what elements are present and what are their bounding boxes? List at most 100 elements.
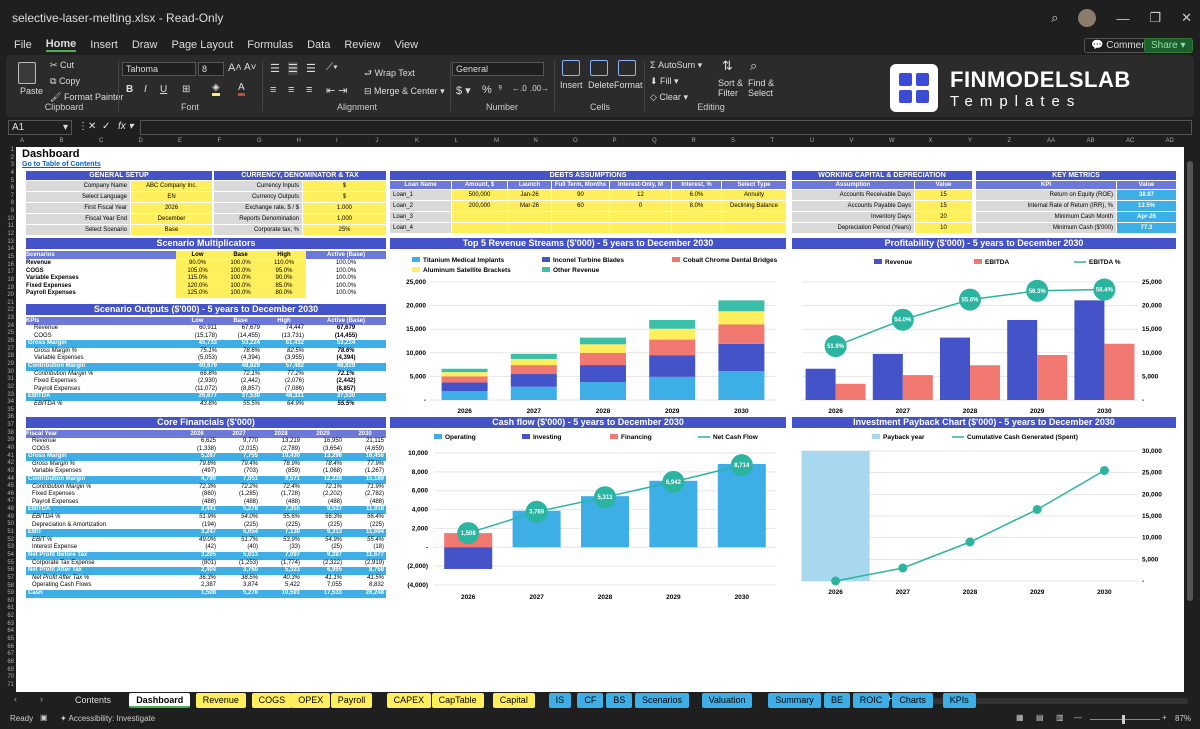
currency-value-4[interactable]: 25% (303, 225, 386, 235)
working_capital-value-2[interactable]: 20 (915, 212, 972, 222)
tab-capital[interactable]: Capital (492, 693, 535, 708)
row-header-50[interactable]: 50 (0, 521, 16, 529)
column-header-y[interactable]: Y (968, 138, 972, 144)
column-header-j[interactable]: J (376, 138, 379, 144)
row-header-67[interactable]: 67 (0, 651, 16, 659)
row-header-53[interactable]: 53 (0, 544, 16, 552)
column-header-i[interactable]: I (336, 138, 338, 144)
cut-button[interactable]: ✂ Cut (50, 60, 74, 71)
align-top-icon[interactable]: ☰ (270, 62, 280, 75)
debts-cell-1-4[interactable]: 0 (610, 201, 671, 211)
cancel-icon[interactable]: ✕ (88, 121, 96, 132)
debts-cell-0-1[interactable]: 500,000 (452, 190, 507, 200)
row-header-2[interactable]: 2 (0, 155, 16, 163)
debts-cell-1-5[interactable]: 8.0% (672, 201, 721, 211)
row-header-15[interactable]: 15 (0, 254, 16, 262)
copy-button[interactable]: ⧉ Copy (50, 76, 80, 87)
bold-icon[interactable]: B (126, 84, 133, 95)
debts-cell-0-2[interactable]: Jan-26 (508, 190, 551, 200)
row-header-63[interactable]: 63 (0, 621, 16, 629)
row-header-34[interactable]: 34 (0, 399, 16, 407)
menu-view[interactable]: View (394, 39, 418, 51)
paste-icon[interactable] (18, 62, 36, 84)
multipliers-cell-1-1[interactable]: 105.0% (176, 267, 219, 276)
comma-icon[interactable]: ⁹ (498, 84, 502, 95)
align-right-icon[interactable]: ≡ (306, 84, 312, 96)
row-header-3[interactable]: 3 (0, 162, 16, 170)
menu-formulas[interactable]: Formulas (247, 39, 293, 51)
row-header-40[interactable]: 40 (0, 445, 16, 453)
row-header-41[interactable]: 41 (0, 453, 16, 461)
row-header-18[interactable]: 18 (0, 277, 16, 285)
enter-icon[interactable]: ✓ (102, 121, 110, 132)
currency-value-0[interactable]: $ (303, 181, 386, 191)
row-header-70[interactable]: 70 (0, 674, 16, 682)
font-size-select[interactable]: 8 (198, 62, 224, 76)
insert-cells-icon[interactable] (562, 60, 580, 76)
row-header-54[interactable]: 54 (0, 552, 16, 560)
normal-view-icon[interactable]: ▦ (1016, 713, 1024, 722)
currency-icon[interactable]: $ ▾ (456, 84, 471, 97)
align-middle-icon[interactable]: ☰ (288, 62, 298, 75)
delete-cells-icon[interactable] (590, 60, 608, 76)
column-header-z[interactable]: Z (1008, 138, 1012, 144)
currency-value-1[interactable]: $ (303, 192, 386, 202)
column-header-x[interactable]: X (929, 138, 933, 144)
row-header-36[interactable]: 36 (0, 414, 16, 422)
debts-cell-3-4[interactable] (610, 223, 671, 233)
debts-cell-0-3[interactable]: 90 (552, 190, 609, 200)
align-center-icon[interactable]: ≡ (288, 84, 294, 96)
multipliers-cell-4-2[interactable]: 100.0% (219, 290, 262, 298)
multipliers-cell-4-3[interactable]: 80.0% (262, 290, 306, 298)
align-left-icon[interactable]: ≡ (270, 84, 276, 96)
row-header-30[interactable]: 30 (0, 369, 16, 377)
align-bottom-icon[interactable]: ☰ (306, 62, 316, 75)
borders-icon[interactable]: ⊞ (182, 84, 190, 95)
row-header-38[interactable]: 38 (0, 430, 16, 438)
row-header-51[interactable]: 51 (0, 529, 16, 537)
zoom-in-icon[interactable]: + (1162, 713, 1167, 722)
row-header-68[interactable]: 68 (0, 659, 16, 667)
row-header-16[interactable]: 16 (0, 262, 16, 270)
minimize-icon[interactable]: — (1116, 11, 1129, 26)
multipliers-cell-1-2[interactable]: 100.0% (219, 267, 262, 276)
name-box[interactable]: A1 ▾ (8, 120, 72, 135)
fill-button[interactable]: ⬇ Fill ▾ (650, 76, 679, 87)
sort-filter-icon[interactable]: ⇅ (722, 58, 733, 74)
multipliers-cell-0-3[interactable]: 110.0% (262, 260, 306, 268)
row-header-11[interactable]: 11 (0, 223, 16, 231)
column-header-t[interactable]: T (771, 138, 775, 144)
row-header-37[interactable]: 37 (0, 422, 16, 430)
column-header-m[interactable]: M (494, 138, 499, 144)
tab-roic[interactable]: ROIC (852, 693, 890, 708)
tab-cogs[interactable]: COGS (251, 693, 293, 708)
row-header-27[interactable]: 27 (0, 346, 16, 354)
tab-charts[interactable]: Charts (892, 693, 933, 708)
row-header-64[interactable]: 64 (0, 628, 16, 636)
row-header-57[interactable]: 57 (0, 575, 16, 583)
row-header-8[interactable]: 8 (0, 200, 16, 208)
share-button[interactable]: Share ▾ (1144, 38, 1193, 53)
debts-cell-2-2[interactable] (508, 212, 551, 222)
row-header-12[interactable]: 12 (0, 231, 16, 239)
tab-revenue[interactable]: Revenue (195, 693, 246, 708)
row-header-7[interactable]: 7 (0, 193, 16, 201)
column-header-g[interactable]: G (257, 138, 262, 144)
debts-cell-3-3[interactable] (552, 223, 609, 233)
column-header-ac[interactable]: AC (1126, 138, 1134, 144)
menu-review[interactable]: Review (344, 39, 380, 51)
row-header-56[interactable]: 56 (0, 567, 16, 575)
row-header-1[interactable]: 1 (0, 147, 16, 155)
general_setup-value-3[interactable]: December (131, 214, 212, 224)
debts-cell-3-2[interactable] (508, 223, 551, 233)
multipliers-cell-3-1[interactable]: 120.0% (176, 282, 219, 291)
vertical-scrollbar[interactable] (1186, 147, 1194, 692)
menu-file[interactable]: File (14, 39, 32, 51)
column-header-o[interactable]: O (573, 138, 578, 144)
font-name-select[interactable]: Tahoma (122, 62, 196, 76)
column-header-e[interactable]: E (178, 138, 182, 144)
debts-cell-2-5[interactable] (672, 212, 721, 222)
column-header-k[interactable]: K (415, 138, 419, 144)
row-header-20[interactable]: 20 (0, 292, 16, 300)
row-header-6[interactable]: 6 (0, 185, 16, 193)
